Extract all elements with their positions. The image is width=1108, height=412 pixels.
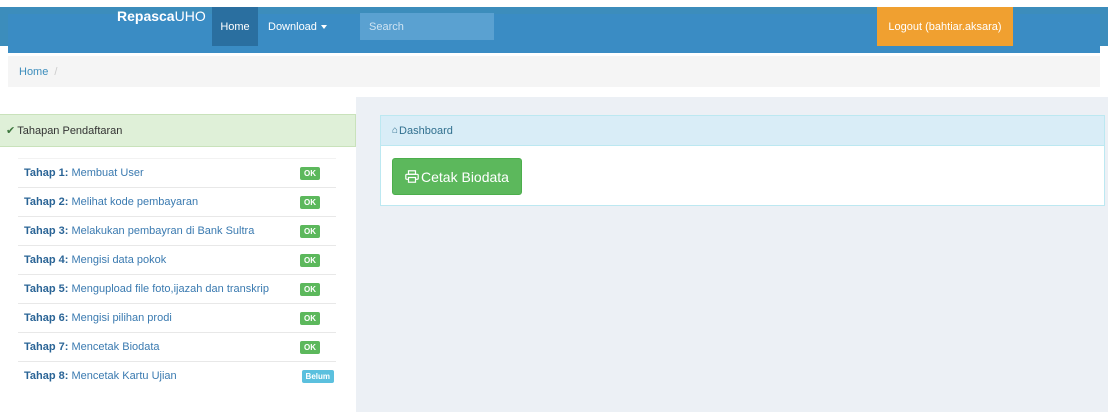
step-label: Tahap 5: Mengupload file foto,ijazah dan… — [24, 283, 269, 295]
list-item[interactable]: Tahap 2: Melihat kode pembayaran OK — [18, 187, 336, 216]
step-text: Membuat User — [71, 167, 144, 179]
status-badge: OK — [300, 340, 320, 354]
step-label: Tahap 3: Melakukan pembayran di Bank Sul… — [24, 225, 254, 237]
step-text: Mengisi pilihan prodi — [71, 312, 172, 324]
status-badge: Belum — [301, 369, 334, 383]
list-item[interactable]: Tahap 3: Melakukan pembayran di Bank Sul… — [18, 216, 336, 245]
brand-logo[interactable]: RepascaUHO — [117, 8, 206, 24]
nav-download-label: Download — [268, 20, 317, 33]
panel-heading: ✔ Tahapan Pendaftaran — [0, 114, 356, 147]
step-label: Tahap 2: Melihat kode pembayaran — [24, 196, 198, 208]
step-prefix: Tahap 8: — [24, 370, 69, 382]
step-prefix: Tahap 5: — [24, 283, 69, 295]
step-prefix: Tahap 6: — [24, 312, 69, 324]
brand-rest: UHO — [174, 8, 206, 24]
registration-steps-panel: ✔ Tahapan Pendaftaran Tahap 1: Membuat U… — [0, 114, 356, 412]
step-text: Melihat kode pembayaran — [71, 196, 199, 208]
step-prefix: Tahap 1: — [24, 167, 69, 179]
status-badge: OK — [300, 282, 320, 296]
brand-bold: Repasca — [117, 8, 175, 24]
nav-home-link[interactable]: Home — [212, 7, 258, 46]
list-item[interactable]: Tahap 7: Mencetak Biodata OK — [18, 332, 336, 361]
step-text: Mengupload file foto,ijazah dan transkri… — [71, 283, 269, 295]
step-label: Tahap 1: Membuat User — [24, 167, 144, 179]
status-badge: OK — [300, 166, 320, 180]
breadcrumb: Home / — [8, 56, 1100, 87]
check-icon: ✔ — [6, 125, 16, 137]
status-badge: OK — [300, 195, 320, 209]
step-text: Mengisi data pokok — [71, 254, 167, 266]
logout-button[interactable]: Logout (bahtiar.aksara) — [877, 7, 1013, 46]
print-icon — [405, 170, 419, 183]
panel-title: Tahapan Pendaftaran — [17, 124, 123, 137]
breadcrumb-separator: / — [54, 65, 58, 78]
step-prefix: Tahap 4: — [24, 254, 69, 266]
dashboard-heading: ⌂ Dashboard — [381, 116, 1104, 146]
list-item[interactable]: Tahap 4: Mengisi data pokok OK — [18, 245, 336, 274]
step-text: Mencetak Biodata — [71, 341, 160, 353]
list-item[interactable]: Tahap 1: Membuat User OK — [18, 158, 336, 187]
home-icon: ⌂ — [392, 125, 399, 136]
step-prefix: Tahap 2: — [24, 196, 69, 208]
list-item[interactable]: Tahap 8: Mencetak Kartu Ujian Belum — [18, 361, 336, 390]
status-badge: OK — [300, 253, 320, 267]
step-label: Tahap 8: Mencetak Kartu Ujian — [24, 370, 177, 382]
status-badge: OK — [300, 311, 320, 325]
step-text: Mencetak Kartu Ujian — [71, 370, 177, 382]
print-biodata-button[interactable]: Cetak Biodata — [392, 158, 522, 195]
step-label: Tahap 7: Mencetak Biodata — [24, 341, 160, 353]
list-item[interactable]: Tahap 5: Mengupload file foto,ijazah dan… — [18, 274, 336, 303]
steps-list: Tahap 1: Membuat User OK Tahap 2: Meliha… — [18, 158, 336, 390]
nav-download-dropdown[interactable]: Download — [262, 7, 333, 46]
print-biodata-label: Cetak Biodata — [421, 168, 509, 185]
step-text: Melakukan pembayran di Bank Sultra — [71, 225, 255, 237]
step-prefix: Tahap 7: — [24, 341, 69, 353]
list-item[interactable]: Tahap 6: Mengisi pilihan prodi OK — [18, 303, 336, 332]
step-label: Tahap 6: Mengisi pilihan prodi — [24, 312, 172, 324]
status-badge: OK — [300, 224, 320, 238]
dashboard-panel: ⌂ Dashboard Cetak Biodata — [380, 115, 1105, 206]
step-prefix: Tahap 3: — [24, 225, 69, 237]
breadcrumb-home-link[interactable]: Home — [19, 66, 48, 78]
step-label: Tahap 4: Mengisi data pokok — [24, 254, 166, 266]
caret-down-icon — [320, 24, 327, 29]
search-input[interactable] — [360, 13, 494, 40]
dashboard-title: Dashboard — [399, 124, 453, 137]
